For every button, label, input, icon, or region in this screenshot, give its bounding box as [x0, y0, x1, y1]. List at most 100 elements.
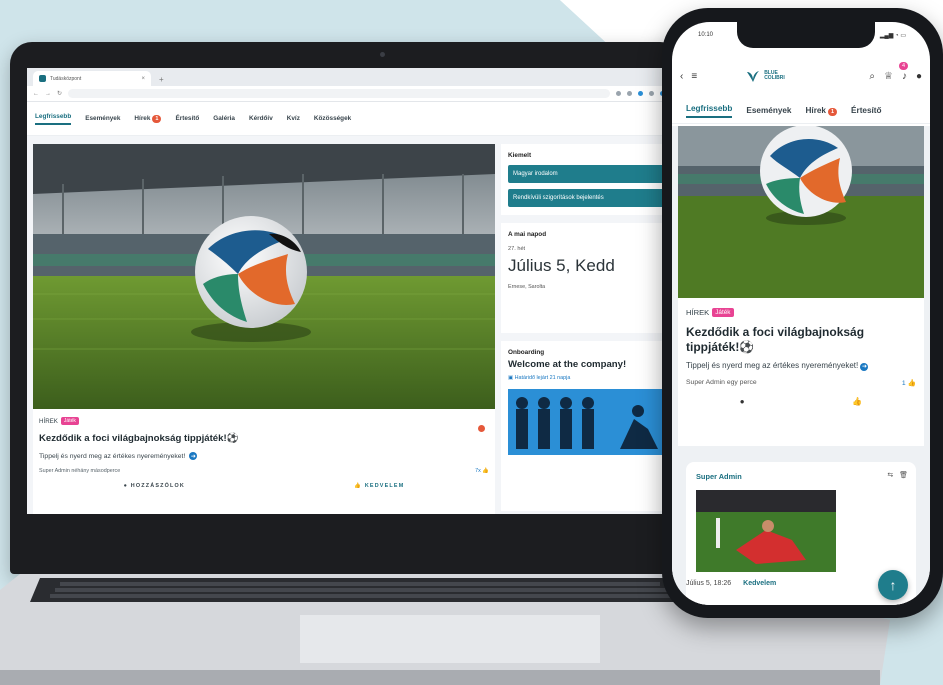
menu-icon[interactable]: ≡: [691, 71, 697, 82]
share-icon[interactable]: ⇆: [887, 472, 893, 479]
stadium-football-image[interactable]: [33, 144, 495, 409]
share-icon[interactable]: [616, 91, 621, 96]
tab-ertesito[interactable]: Értesítő: [851, 106, 881, 115]
post-category: HÍREK Játék: [686, 308, 916, 317]
comment-icon: ●: [123, 483, 129, 489]
comment-icon[interactable]: ●: [740, 397, 745, 406]
thumbs-up-icon[interactable]: 👍: [852, 397, 862, 406]
chat-icon[interactable]: ●: [916, 71, 922, 82]
like-button[interactable]: 👍 KEDVELEM: [354, 483, 404, 489]
onboarding-widget[interactable]: Onboarding Welcome at the company! ▣ Hat…: [501, 341, 671, 511]
phone-notch: [737, 22, 875, 48]
post-author-time: Super Admin néhány másodperce: [39, 468, 120, 474]
unread-dot: [478, 425, 485, 432]
favicon-icon: [39, 75, 46, 82]
post-meta: Super Admin néhány másodperce 7x 👍: [39, 468, 489, 474]
notification-badge: 4: [898, 61, 908, 70]
tab-kozossegek[interactable]: Közösségek: [314, 115, 351, 122]
tag-badge[interactable]: Játék: [712, 308, 734, 317]
back-icon[interactable]: ←: [33, 91, 39, 97]
like-count: 7x 👍: [475, 468, 489, 474]
match-photo[interactable]: [696, 490, 836, 572]
browser-tab[interactable]: Tudásközpont ×: [33, 71, 151, 86]
post-actions: ● HOZZÁSZÓLOK 👍 KEDVELEM: [39, 483, 489, 489]
tab-esemenyek[interactable]: Események: [746, 106, 791, 115]
logo-text: BLUE COLIBRI: [764, 71, 785, 81]
second-post-footer: Július 5, 18:26 Kedvelem: [686, 580, 776, 587]
arrow-up-icon: ↑: [889, 577, 897, 593]
reload-icon[interactable]: ↻: [57, 90, 62, 97]
tab-legfrissebb[interactable]: Legfrissebb: [686, 104, 733, 118]
onboarding-title[interactable]: Welcome at the company!: [508, 359, 664, 370]
like-count-value: 7x: [475, 468, 481, 474]
post-excerpt: Tippelj és nyerd meg az értékes nyeremén…: [39, 452, 489, 460]
trash-icon[interactable]: 🗑: [899, 472, 908, 479]
tab-esemenyek[interactable]: Események: [85, 115, 120, 122]
onboarding-illustration: [508, 389, 664, 455]
thumbs-up-icon: 👍: [482, 468, 489, 474]
phone-tabs: Legfrissebb Események Hírek 1 Értesítő: [672, 98, 930, 124]
extension-icon[interactable]: [638, 91, 643, 96]
arrow-right-icon[interactable]: ➜: [189, 452, 198, 460]
featured-item[interactable]: Rendkívüli szigorítások bejelentés: [508, 189, 664, 207]
like-count: 1 👍: [902, 379, 916, 387]
post-meta: Super Admin egy perce 1 👍: [686, 379, 916, 387]
bell-icon[interactable]: ♪: [902, 71, 907, 82]
back-icon[interactable]: ‹: [680, 71, 683, 82]
category-label: HÍREK: [686, 308, 710, 317]
plus-icon[interactable]: +: [159, 75, 164, 84]
post-excerpt-text: Tippelj és nyerd meg az értékes nyeremén…: [686, 361, 859, 370]
bookmark-icon[interactable]: [627, 91, 632, 96]
close-icon[interactable]: ×: [141, 76, 145, 82]
arrow-right-icon[interactable]: ➜: [860, 363, 869, 371]
comment-button[interactable]: ● HOZZÁSZÓLOK: [124, 483, 185, 489]
forward-icon[interactable]: →: [45, 91, 51, 97]
puzzle-icon[interactable]: [649, 91, 654, 96]
post-time: néhány másodperce: [71, 468, 121, 474]
trophy-icon[interactable]: ♕: [884, 71, 893, 82]
featured-widget: Kiemelt Magyar irodalom Rendkívüli szigo…: [501, 144, 671, 215]
address-bar: ← → ↻: [27, 86, 671, 102]
tab-galeria[interactable]: Galéria: [213, 115, 235, 122]
deadline-text: ▣ Határidő lejárt 21 napja: [508, 375, 664, 381]
post-time: egy perce: [726, 379, 757, 386]
status-time: 10:10: [698, 32, 714, 38]
post-author[interactable]: Super Admin: [696, 472, 742, 481]
tab-legfrissebb[interactable]: Legfrissebb: [35, 113, 72, 125]
post-author: Super Admin: [39, 468, 70, 474]
laptop-screen: Tudásközpont × + ← → ↻ Legfrissebb Esemé…: [27, 68, 671, 514]
laptop-camera: [380, 52, 385, 57]
tab-hirek[interactable]: Hírek 1: [806, 106, 838, 116]
football-image[interactable]: [678, 126, 924, 298]
comment-label: HOZZÁSZÓLOK: [130, 483, 185, 489]
right-sidebar: Kiemelt Magyar irodalom Rendkívüli szigo…: [501, 136, 671, 511]
calendar-icon: ▣: [508, 375, 514, 381]
namedays: Ernese, Sarolta: [508, 284, 546, 290]
post-card: HÍREK Játék Kezdődik a foci világbajnoks…: [33, 144, 495, 514]
post-body: HÍREK Játék Kezdődik a foci világbajnoks…: [678, 298, 924, 416]
post-card: HÍREK Játék Kezdődik a foci világbajnoks…: [678, 126, 924, 446]
phone-feed: HÍREK Játék Kezdődik a foci világbajnoks…: [672, 126, 930, 605]
featured-item[interactable]: Magyar irodalom: [508, 165, 664, 183]
browser-tab-title: Tudásközpont: [50, 75, 82, 82]
tab-hirek[interactable]: Hírek 1: [134, 114, 162, 123]
tab-hirek-label: Hírek: [805, 105, 826, 115]
search-icon[interactable]: ⌕: [869, 71, 875, 82]
scroll-top-button[interactable]: ↑: [878, 570, 908, 600]
like-label: KEDVELEM: [364, 483, 405, 489]
url-input[interactable]: [68, 89, 610, 98]
post-title[interactable]: Kezdődik a foci világbajnokság tippjáték…: [686, 325, 916, 355]
browser-tab-strip: Tudásközpont × +: [27, 68, 671, 86]
today-widget: A mai napod 27. hét Július 5, Kedd Ernes…: [501, 223, 671, 333]
phone-header: ‹ ≡ BLUE COLIBRI ⌕ ♕ ♪ 4 ●: [672, 56, 930, 96]
content-area: HÍREK Játék Kezdődik a foci világbajnoks…: [27, 136, 671, 514]
tab-kviz[interactable]: Kvíz: [287, 115, 300, 122]
tab-ertesito[interactable]: Értesítő: [175, 115, 199, 122]
browser-toolbar: [616, 91, 665, 96]
tab-kerdoiv[interactable]: Kérdőív: [249, 115, 273, 122]
like-link[interactable]: Kedvelem: [743, 580, 776, 587]
post-title[interactable]: Kezdődik a foci világbajnokság tippjáték…: [39, 433, 489, 444]
phone-header-actions: ⌕ ♕ ♪ 4 ●: [869, 61, 922, 82]
logo[interactable]: BLUE COLIBRI: [745, 68, 785, 84]
tag-badge[interactable]: Játék: [60, 417, 79, 425]
